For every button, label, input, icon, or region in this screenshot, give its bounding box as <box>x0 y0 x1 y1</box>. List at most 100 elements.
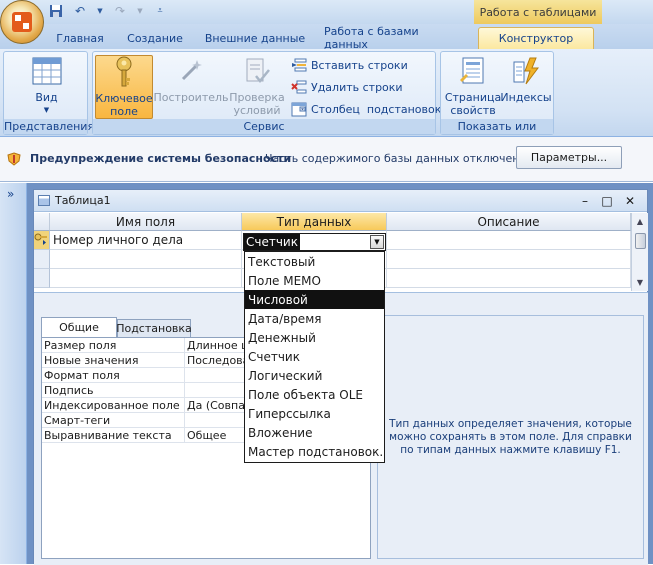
property-sheet-label: Страница свойств <box>444 91 502 117</box>
property-label: Смарт-теги <box>44 414 111 427</box>
dropdown-option-number[interactable]: Числовой <box>245 290 384 309</box>
tab-designer[interactable]: Конструктор <box>478 27 594 49</box>
property-value[interactable]: Да (Совпад <box>187 399 247 412</box>
delete-rows-label: Удалить строки <box>311 80 403 94</box>
ribbon-tab-bar: Главная Создание Внешние данные Работа с… <box>0 24 653 51</box>
tab-lookup[interactable]: Подстановка <box>116 319 192 337</box>
dropdown-option-lookup-wizard[interactable]: Мастер подстановок. <box>245 442 384 461</box>
row-selector-header <box>34 213 50 231</box>
column-header-description[interactable]: Описание <box>387 213 631 231</box>
tab-general[interactable]: Общие <box>41 317 117 337</box>
tab-home[interactable]: Главная <box>54 27 106 49</box>
security-warning-title: Предупреждение системы безопасности <box>30 152 292 165</box>
office-button[interactable] <box>0 0 44 44</box>
key-field-button[interactable]: Ключевое поле <box>95 55 153 119</box>
combo-dropdown-icon[interactable]: ▼ <box>370 235 384 249</box>
row-selector[interactable] <box>34 250 50 269</box>
property-value[interactable]: Общее <box>187 429 247 442</box>
key-icon <box>108 56 140 88</box>
dropdown-option-attachment[interactable]: Вложение <box>245 423 384 442</box>
document-title: Таблица1 <box>55 194 111 207</box>
dropdown-option-currency[interactable]: Денежный <box>245 328 384 347</box>
options-button[interactable]: Параметры... <box>516 146 622 169</box>
check-conditions-button[interactable]: Проверка условий <box>226 55 288 117</box>
group-tools-label: Сервис <box>93 119 435 134</box>
indexes-label: Индексы <box>500 91 552 104</box>
security-warning-message: Часть содержимого базы данных отключено <box>265 152 527 165</box>
property-label: Размер поля <box>44 339 117 352</box>
indexes-button[interactable]: Индексы <box>500 55 552 104</box>
dropdown-option-autonumber[interactable]: Счетчик <box>245 347 384 366</box>
dropdown-option-text[interactable]: Текстовый <box>245 252 384 271</box>
check-rules-icon <box>241 55 273 87</box>
tab-external-data[interactable]: Внешние данные <box>203 27 307 49</box>
dropdown-option-yesno[interactable]: Логический <box>245 366 384 385</box>
group-tools: Ключевое поле Построитель Проверка услов… <box>92 51 441 135</box>
builder-button[interactable]: Построитель <box>153 55 229 104</box>
column-header-field-name[interactable]: Имя поля <box>50 213 242 231</box>
delete-rows-button[interactable]: Удалить строки <box>291 77 403 97</box>
key-field-label: Ключевое поле <box>95 92 153 118</box>
expand-navigation-icon[interactable]: » <box>7 187 14 201</box>
builder-label: Построитель <box>153 91 229 104</box>
redo-dropdown-icon[interactable]: ▼ <box>136 3 144 19</box>
field-name-cell-empty[interactable] <box>50 269 242 288</box>
undo-dropdown-icon[interactable]: ▼ <box>96 3 104 19</box>
document-title-bar: Таблица1 – □ ✕ <box>34 190 647 212</box>
scroll-up-icon[interactable]: ▲ <box>634 215 646 227</box>
lookup-column-icon <box>291 101 307 117</box>
description-cell-empty[interactable] <box>387 269 631 288</box>
field-name-cell-empty[interactable] <box>50 250 242 269</box>
dropdown-option-ole[interactable]: Поле объекта OLE <box>245 385 384 404</box>
restore-button[interactable]: □ <box>599 193 615 209</box>
property-label: Индексированное поле <box>44 399 180 412</box>
dropdown-option-hyperlink[interactable]: Гиперссылка <box>245 404 384 423</box>
grid-vertical-scrollbar[interactable]: ▲ ▼ <box>631 213 648 291</box>
table-icon <box>38 195 50 206</box>
data-type-dropdown-list: Текстовый Поле MEMO Числовой Дата/время … <box>244 251 385 463</box>
delete-rows-icon <box>291 79 307 95</box>
quick-access-toolbar: ↶ ▼ ↷ ▼ ⩡ <box>48 3 168 19</box>
group-views-label: Представления <box>4 119 95 134</box>
insert-rows-button[interactable]: Вставить строки <box>291 55 408 75</box>
contextual-tab-title: Работа с таблицами <box>474 0 602 24</box>
minimize-button[interactable]: – <box>577 193 593 209</box>
dropdown-option-datetime[interactable]: Дата/время <box>245 309 384 328</box>
property-label: Подпись <box>44 384 94 397</box>
data-type-value: Счетчик <box>244 234 300 250</box>
property-value[interactable]: Последова <box>187 354 247 367</box>
property-help-text: Тип данных определяет значения, которые … <box>377 315 644 559</box>
scroll-down-icon[interactable]: ▼ <box>634 276 646 288</box>
scroll-thumb[interactable] <box>635 233 646 249</box>
property-sheet-button[interactable]: Страница свойств <box>445 55 501 117</box>
column-header-data-type[interactable]: Тип данных <box>242 213 387 231</box>
security-warning-bar: Предупреждение системы безопасности Част… <box>0 137 653 182</box>
property-sheet-icon <box>457 55 489 87</box>
redo-icon[interactable]: ↷ <box>112 3 128 19</box>
ribbon: Вид ▼ Представления Ключевое поле Постро… <box>0 49 653 148</box>
row-selector[interactable] <box>34 269 50 288</box>
save-icon[interactable] <box>48 3 64 19</box>
table-view-icon <box>31 55 63 87</box>
property-label: Выравнивание текста <box>44 429 172 442</box>
description-cell-empty[interactable] <box>387 250 631 269</box>
view-button[interactable]: Вид ▼ <box>24 55 69 117</box>
indexes-lightning-icon <box>510 55 542 87</box>
customize-qat-icon[interactable]: ⩡ <box>152 3 168 19</box>
shield-icon <box>7 152 21 166</box>
check-conditions-label: Проверка условий <box>229 91 285 117</box>
property-label: Формат поля <box>44 369 120 382</box>
tab-create[interactable]: Создание <box>124 27 186 49</box>
field-name-cell[interactable]: Номер личного дела <box>50 231 242 250</box>
description-cell[interactable] <box>387 231 631 250</box>
close-icon[interactable]: ✕ <box>622 193 638 209</box>
tab-database-tools[interactable]: Работа с базами данных <box>324 25 466 51</box>
insert-rows-label: Вставить строки <box>311 58 408 72</box>
row-selector-current[interactable] <box>34 231 50 250</box>
builder-wand-icon <box>175 55 207 87</box>
lookup-column-button[interactable]: Столбец подстановок <box>291 99 441 119</box>
undo-icon[interactable]: ↶ <box>72 3 88 19</box>
data-type-combobox[interactable]: Счетчик ▼ <box>243 233 386 251</box>
dropdown-option-memo[interactable]: Поле MEMO <box>245 271 384 290</box>
property-value[interactable]: Длинное ц <box>187 339 247 352</box>
